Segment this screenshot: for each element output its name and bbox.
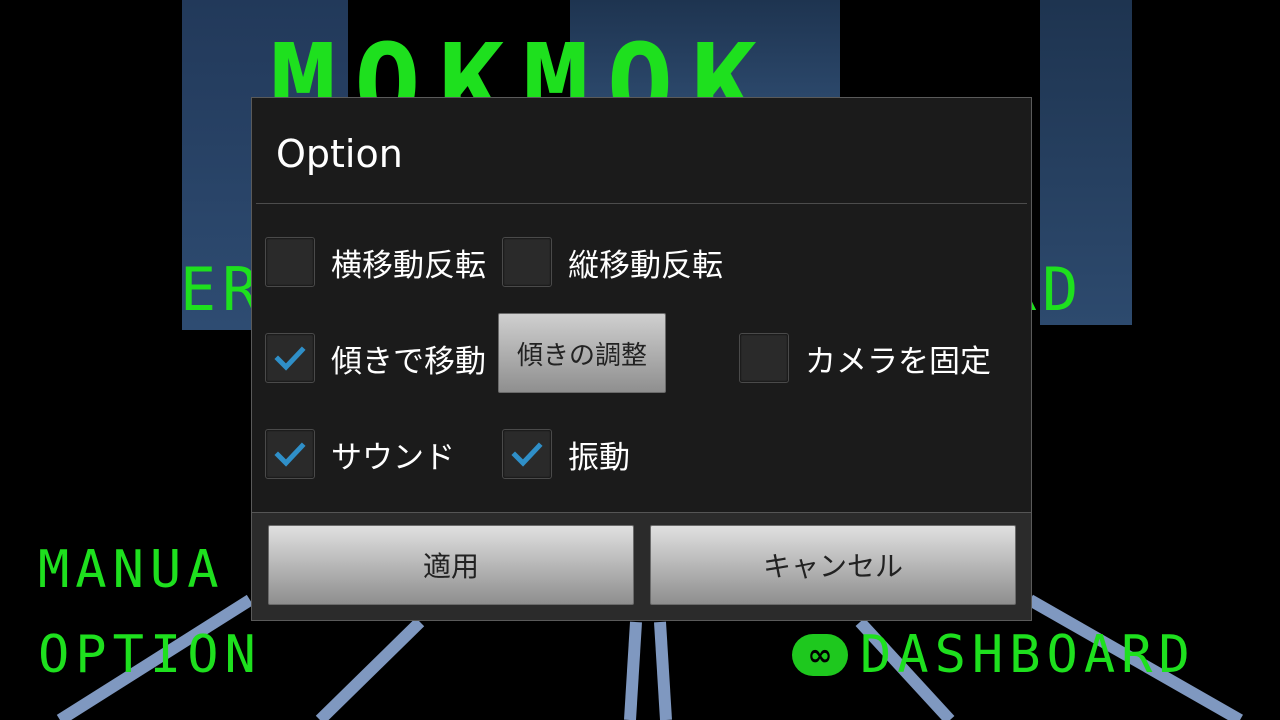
checkbox-label: カメラを固定 <box>805 343 991 380</box>
checkbox-label: 振動 <box>568 439 630 476</box>
menu-option[interactable]: OPTION <box>38 625 262 685</box>
checkbox[interactable] <box>265 333 315 383</box>
checkmark-icon <box>511 442 543 467</box>
title-divider <box>256 203 1027 204</box>
tilt-adjust-button[interactable]: 傾きの調整 <box>498 313 666 393</box>
menu-manual[interactable]: MANUA <box>38 540 225 600</box>
checkbox[interactable] <box>265 429 315 479</box>
checkbox[interactable] <box>502 237 552 287</box>
checkbox-label: 横移動反転 <box>331 247 486 284</box>
cancel-button[interactable]: キャンセル <box>650 525 1016 605</box>
option-dialog: Option 横移動反転 縦移動反転 傾きで移動 傾きの調整 カメラを固定 サウ… <box>251 97 1032 621</box>
option-sound[interactable]: サウンド <box>265 429 455 479</box>
checkbox[interactable] <box>502 429 552 479</box>
checkbox-label: 縦移動反転 <box>568 247 723 284</box>
checkmark-icon <box>274 346 306 371</box>
checkbox-label: サウンド <box>331 439 455 476</box>
checkbox[interactable] <box>265 237 315 287</box>
checkbox[interactable] <box>739 333 789 383</box>
checkmark-icon <box>274 442 306 467</box>
option-fix-camera[interactable]: カメラを固定 <box>739 333 991 383</box>
dialog-title: Option <box>276 132 403 176</box>
menu-dashboard[interactable]: DASHBOARD <box>860 625 1196 685</box>
option-invert-vertical[interactable]: 縦移動反転 <box>502 237 723 287</box>
dialog-footer: 適用 キャンセル <box>252 512 1031 620</box>
dashboard-logo-icon[interactable]: ∞ <box>792 634 848 676</box>
apply-button[interactable]: 適用 <box>268 525 634 605</box>
option-invert-horizontal[interactable]: 横移動反転 <box>265 237 486 287</box>
option-vibration[interactable]: 振動 <box>502 429 630 479</box>
option-tilt-move[interactable]: 傾きで移動 <box>265 333 486 383</box>
checkbox-label: 傾きで移動 <box>331 343 486 380</box>
